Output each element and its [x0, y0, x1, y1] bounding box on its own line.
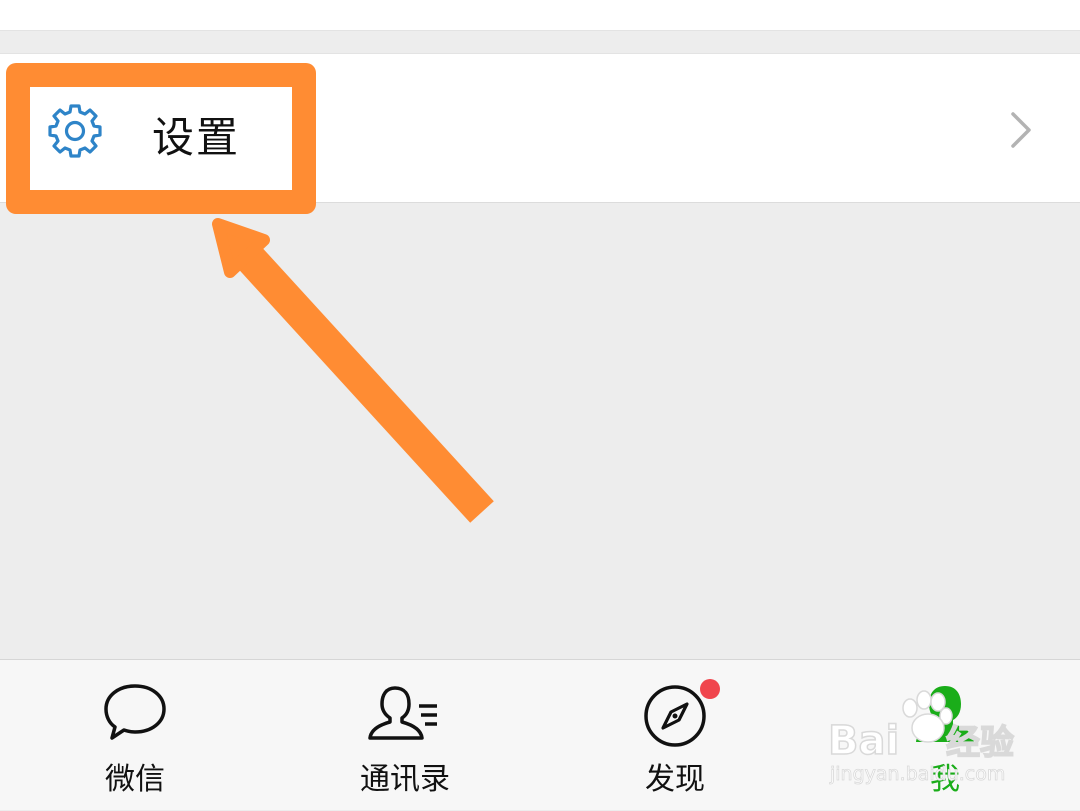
person-icon [916, 686, 974, 742]
settings-label: 设置 [152, 113, 241, 162]
bottom-tab-bar: 微信 通讯录 发现 我 [0, 659, 1080, 810]
tab-me[interactable]: 我 [810, 660, 1080, 811]
top-blank-row [0, 0, 1080, 30]
compass-icon [644, 685, 706, 747]
tab-weixin[interactable]: 微信 [0, 660, 270, 811]
contacts-icon [368, 686, 437, 740]
tab-label: 微信 [105, 762, 165, 797]
notification-dot [700, 679, 720, 699]
chat-bubble-icon [104, 684, 166, 740]
tab-discover[interactable]: 发现 [540, 660, 810, 811]
settings-row[interactable]: 设置 [0, 53, 1080, 203]
tab-label: 发现 [645, 762, 705, 797]
gear-icon [48, 104, 102, 158]
tab-contacts[interactable]: 通讯录 [270, 660, 540, 811]
tab-label: 我 [930, 762, 960, 797]
tab-label: 通讯录 [360, 762, 450, 797]
chevron-right-icon [1011, 112, 1031, 148]
divider [0, 30, 1080, 31]
